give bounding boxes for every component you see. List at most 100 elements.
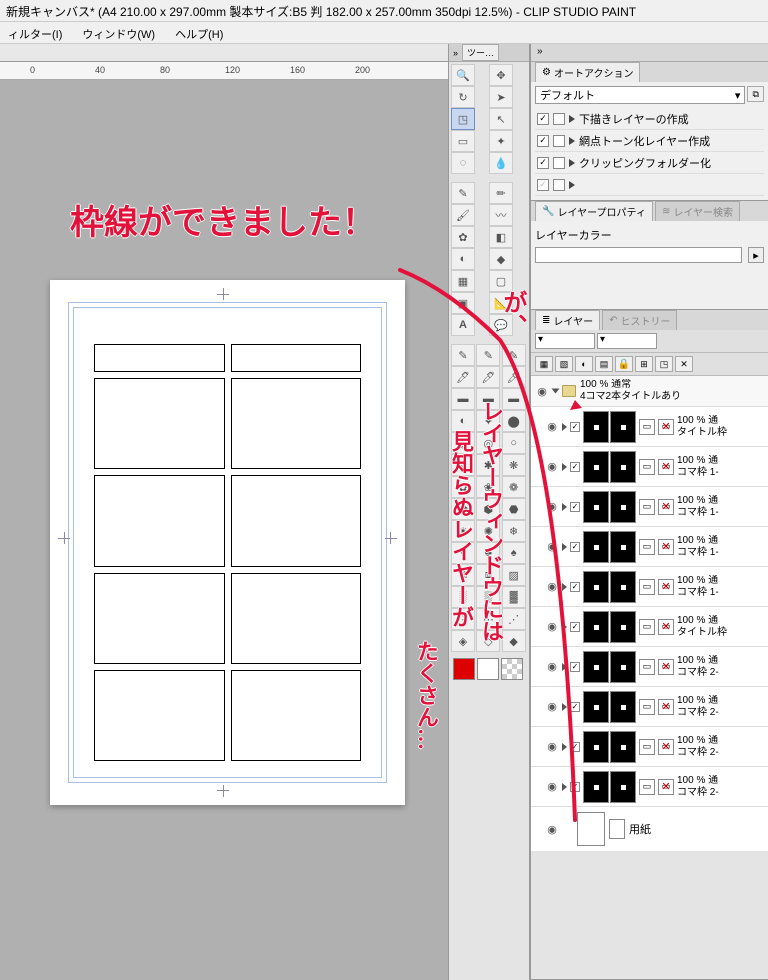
menu-window[interactable]: ウィンドウ(W)	[78, 24, 159, 41]
checkbox-icon[interactable]: ✓	[570, 582, 580, 592]
subtool-icon[interactable]: ❄	[502, 520, 526, 542]
chevron-right-icon[interactable]	[562, 663, 567, 671]
subtool-icon[interactable]: ♣	[476, 542, 500, 564]
panel-2-2[interactable]	[231, 475, 362, 566]
layer-row[interactable]: ✓ ▭ ▭ 100 % 通 コマ枠 1-	[531, 487, 768, 527]
subtool-icon[interactable]: ⧉	[451, 564, 475, 586]
subtool-icon[interactable]: ⬣	[502, 498, 526, 520]
object-tool-icon[interactable]: ◳	[451, 108, 475, 130]
checkbox-icon[interactable]: ✓	[570, 622, 580, 632]
brush-tool-icon[interactable]: 🖌	[451, 204, 475, 226]
autoaction-item[interactable]: ✓ 網点トーン化レイヤー作成	[535, 130, 764, 152]
visibility-icon[interactable]	[545, 500, 559, 514]
visibility-icon[interactable]	[545, 460, 559, 474]
layer-row[interactable]: ✓ ▭ ▭ 100 % 通 コマ枠 2-	[531, 647, 768, 687]
layer-btn-icon[interactable]: ✕	[675, 356, 693, 372]
pen-tool-icon[interactable]: ✎	[451, 182, 475, 204]
checkbox-icon[interactable]: ✓	[570, 422, 580, 432]
balloon-tool-icon[interactable]: 💬	[489, 314, 513, 336]
subtool-icon[interactable]: ✱	[476, 454, 500, 476]
layer-folder[interactable]: 100 % 通常 4コマ2本タイトルあり	[531, 376, 768, 407]
visibility-icon[interactable]	[545, 822, 559, 836]
chevron-right-icon[interactable]	[562, 423, 567, 431]
subtool-icon[interactable]: ✿	[451, 476, 475, 498]
canvas-paper[interactable]	[50, 280, 405, 805]
pointer-tool-icon[interactable]: ↖	[489, 108, 513, 130]
lock-icon[interactable]	[615, 356, 633, 372]
layer-btn-icon[interactable]: ◳	[655, 356, 673, 372]
panel-3-2[interactable]	[231, 573, 362, 664]
subtool-icon[interactable]: ◎	[476, 432, 500, 454]
paper-layer[interactable]: 用紙	[531, 807, 768, 851]
rotate-tool-icon[interactable]: ↻	[451, 86, 475, 108]
opacity-select[interactable]: ▾	[597, 333, 657, 349]
visibility-icon[interactable]	[545, 740, 559, 754]
subtool-icon[interactable]: ✧	[451, 454, 475, 476]
subtool-icon[interactable]: ✎	[451, 344, 475, 366]
lasso-tool-icon[interactable]: ◌	[451, 152, 475, 174]
autoaction-copy-icon[interactable]: ⧉	[747, 86, 764, 102]
panel-4-1[interactable]	[94, 670, 225, 761]
subtool-icon[interactable]: ▨	[502, 564, 526, 586]
autoaction-item[interactable]: ✓ 下描きレイヤーの作成	[535, 108, 764, 130]
autoaction-item[interactable]: ✓	[535, 174, 764, 196]
layer-btn-icon[interactable]: ▦	[535, 356, 553, 372]
visibility-icon[interactable]	[545, 540, 559, 554]
layer-btn-icon[interactable]: ◐	[575, 356, 593, 372]
chevron-right-icon[interactable]	[562, 583, 567, 591]
checkbox-icon[interactable]: ✓	[537, 113, 549, 125]
subtool-icon[interactable]: ❋	[502, 454, 526, 476]
layer-btn-icon[interactable]: ▤	[595, 356, 613, 372]
checkbox-icon[interactable]: ✓	[570, 542, 580, 552]
marquee-tool-icon[interactable]: ▭	[451, 130, 475, 152]
chevron-right-icon[interactable]	[562, 783, 567, 791]
visibility-icon[interactable]	[545, 700, 559, 714]
subtool-icon[interactable]: ◈	[451, 630, 475, 652]
panel-2-1[interactable]	[94, 475, 225, 566]
layer-row[interactable]: ✓ ▭ ▭ 100 % 通 コマ枠 1-	[531, 447, 768, 487]
zoom-tool-icon[interactable]: 🔍	[451, 64, 475, 86]
layer-row[interactable]: ✓ ▭ ▭ 100 % 通 コマ枠 1-	[531, 527, 768, 567]
layerprop-tab[interactable]: 🔧 レイヤープロパティ	[535, 201, 653, 221]
frame-tool-icon[interactable]: ▣	[451, 292, 475, 314]
panel-3-1[interactable]	[94, 573, 225, 664]
subtool-icon[interactable]: 🖊	[476, 366, 500, 388]
chevron-right-icon[interactable]	[562, 623, 567, 631]
subtool-icon[interactable]: ▓	[502, 586, 526, 608]
expand-icon[interactable]: ▸	[748, 247, 764, 263]
subtool-icon[interactable]: ▒	[476, 586, 500, 608]
subtool-icon[interactable]: ⬢	[476, 498, 500, 520]
gradient-tool-icon[interactable]: ▦	[451, 270, 475, 292]
blend-mode-select[interactable]: ▾	[535, 333, 595, 349]
text-tool-icon[interactable]: A	[451, 314, 475, 336]
subtool-icon[interactable]: ▬	[451, 388, 475, 410]
layer-tab[interactable]: ≣ レイヤー	[535, 310, 600, 330]
visibility-icon[interactable]	[545, 420, 559, 434]
subtool-icon[interactable]: ✎	[502, 344, 526, 366]
subtool-icon[interactable]: ♦	[451, 542, 475, 564]
eyedropper-tool-icon[interactable]: 💧	[489, 152, 513, 174]
menu-filter[interactable]: ィルター(I)	[4, 24, 66, 41]
shape-tool-icon[interactable]: ▢	[489, 270, 513, 292]
subtool-icon[interactable]: ◆	[502, 630, 526, 652]
subtool-icon[interactable]: ☀	[451, 520, 475, 542]
autoaction-tab[interactable]: ⚙ オートアクション	[535, 62, 640, 82]
subtool-icon[interactable]: ❀	[476, 476, 500, 498]
panel-title-2[interactable]	[231, 344, 362, 372]
airbrush-tool-icon[interactable]: 〰	[489, 204, 513, 226]
subtool-icon[interactable]: ◐	[451, 410, 475, 432]
checkbox-icon[interactable]: ✓	[570, 702, 580, 712]
eraser-tool-icon[interactable]: ◧	[489, 226, 513, 248]
ruler-tool-icon[interactable]: 📐	[489, 292, 513, 314]
play-icon[interactable]	[569, 115, 575, 123]
layersearch-tab[interactable]: ≋ レイヤー検索	[655, 201, 740, 221]
wand-tool-icon[interactable]: ✦	[489, 130, 513, 152]
layer-row[interactable]: ✓ ▭ ▭ 100 % 通 コマ枠 1-	[531, 567, 768, 607]
arrow-tool-icon[interactable]: ➤	[489, 86, 513, 108]
chevron-right-icon[interactable]	[552, 389, 560, 394]
pencil-tool-icon[interactable]: ✏	[489, 182, 513, 204]
subtool-icon[interactable]: 🖊	[451, 366, 475, 388]
checkbox-icon[interactable]: ✓	[570, 502, 580, 512]
checkbox-icon[interactable]: ✓	[570, 742, 580, 752]
visibility-icon[interactable]	[535, 384, 549, 398]
